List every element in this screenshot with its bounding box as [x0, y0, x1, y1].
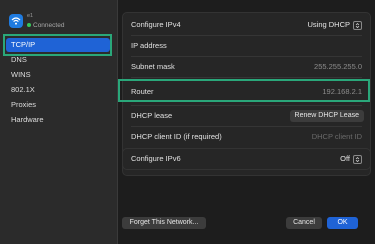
configure-ipv4-label: Configure IPv4: [131, 20, 181, 29]
network-header: e1 Connected: [7, 10, 112, 32]
sidebar-item-label: WINS: [11, 70, 31, 79]
network-name: e1: [27, 13, 34, 19]
configure-ipv6-value: Off: [340, 154, 350, 163]
dhcp-lease-label: DHCP lease: [131, 111, 173, 120]
router-highlight-frame: [118, 79, 370, 102]
configure-ipv4-row: Configure IPv4 Using DHCP: [123, 15, 370, 35]
ipv6-group: Configure IPv6 Off: [122, 148, 371, 170]
subnet-mask-row: Subnet mask 255.255.255.0: [123, 57, 370, 77]
divider: [131, 77, 362, 78]
ip-address-row: IP address: [123, 36, 370, 56]
chevron-updown-icon: [353, 154, 362, 164]
tcpip-panel: Configure IPv4 Using DHCP IP address Sub…: [118, 0, 375, 244]
subnet-mask-label: Subnet mask: [131, 62, 175, 71]
sidebar-item-label: 802.1X: [11, 85, 35, 94]
sidebar-item-8021x[interactable]: 802.1X: [6, 83, 110, 97]
sidebar-item-label: DNS: [11, 55, 27, 64]
configure-ipv6-row: Configure IPv6 Off: [123, 149, 370, 169]
configure-ipv6-select[interactable]: Off: [340, 149, 362, 169]
configure-ipv4-value: Using DHCP: [307, 20, 350, 29]
configure-ipv6-label: Configure IPv6: [131, 154, 181, 163]
sidebar-item-label: Hardware: [11, 115, 44, 124]
wifi-icon: [9, 14, 23, 28]
selection-highlight-frame: [3, 34, 112, 56]
status-dot-icon: [27, 23, 31, 28]
sidebar-item-hardware[interactable]: Hardware: [6, 113, 110, 127]
sidebar-item-label: Proxies: [11, 100, 37, 109]
chevron-updown-icon: [353, 20, 362, 30]
dhcp-lease-row: DHCP lease Renew DHCP Lease: [123, 106, 370, 126]
renew-dhcp-lease-button[interactable]: Renew DHCP Lease: [289, 110, 364, 122]
configure-ipv4-select[interactable]: Using DHCP: [307, 15, 362, 35]
settings-sidebar: e1 Connected TCP/IP DNS WINS 802.1X Prox…: [0, 0, 118, 244]
network-status-text: Connected: [33, 22, 65, 29]
subnet-mask-value: 255.255.255.0: [314, 62, 362, 71]
sidebar-item-wins[interactable]: WINS: [6, 68, 110, 82]
ok-button[interactable]: OK: [327, 217, 358, 229]
cancel-button[interactable]: Cancel: [286, 217, 322, 229]
sidebar-item-proxies[interactable]: Proxies: [6, 98, 110, 112]
dhcp-client-id-input[interactable]: DHCP client ID: [312, 127, 362, 147]
dhcp-client-id-label: DHCP client ID (if required): [131, 132, 222, 141]
network-status: Connected: [27, 22, 64, 29]
ip-address-label: IP address: [131, 41, 167, 50]
forget-network-button[interactable]: Forget This Network...: [122, 217, 206, 229]
dhcp-client-id-row: DHCP client ID (if required) DHCP client…: [123, 127, 370, 147]
